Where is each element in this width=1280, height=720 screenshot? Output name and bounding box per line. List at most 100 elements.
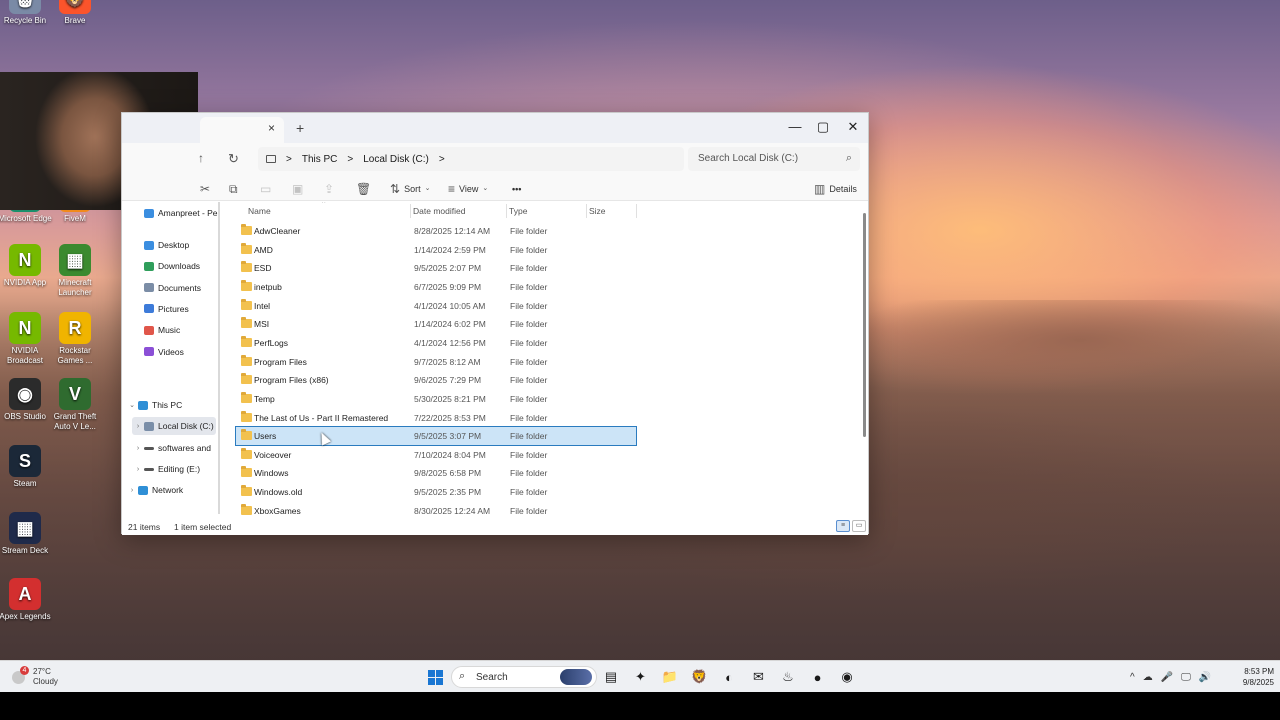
file-row[interactable]: Voiceover 7/10/2024 8:04 PM File folder — [236, 446, 636, 464]
column-header-date[interactable]: Date modified — [413, 206, 465, 216]
file-row[interactable]: PerfLogs 4/1/2024 12:56 PM File folder — [236, 334, 636, 352]
taskbar-app-icon[interactable]: ♨ — [777, 666, 799, 688]
start-button[interactable] — [424, 666, 446, 688]
taskbar-app-icon[interactable]: ◐ — [718, 666, 740, 688]
sidebar-item-user-folder[interactable]: Amanpreet - Pe — [144, 204, 218, 222]
minimize-button[interactable]: — — [780, 117, 810, 137]
desktop-icon[interactable]: R Rockstar Games ... — [47, 312, 103, 366]
desktop-icon[interactable]: S Steam — [0, 445, 53, 489]
taskbar-app-icon[interactable]: ◉ — [836, 666, 858, 688]
search-input[interactable]: Search Local Disk (C:) ⌕ — [688, 147, 860, 171]
column-header-size[interactable]: Size — [589, 206, 606, 216]
address-bar[interactable]: > This PC > Local Disk (C:) > — [258, 147, 684, 171]
taskbar-app-icon[interactable]: 🦁 — [689, 666, 711, 688]
sidebar-item-downloads[interactable]: Downloads📌 — [144, 257, 200, 275]
taskbar-search[interactable]: ⌕ Search — [451, 666, 597, 688]
sidebar-item-desktop[interactable]: Desktop📌 — [144, 236, 189, 254]
chevron-down-icon[interactable]: ⌄ — [126, 401, 138, 409]
sidebar-item-softwares-drive[interactable]: › softwares and — [132, 439, 211, 457]
file-row[interactable]: AMD 1/14/2024 2:59 PM File folder — [236, 241, 636, 259]
desktop-icon[interactable]: N NVIDIA App — [0, 244, 53, 288]
file-row[interactable]: ESD 9/5/2025 2:07 PM File folder — [236, 259, 636, 277]
refresh-icon[interactable]: ↻ — [228, 151, 239, 167]
paste-button[interactable]: ▭ — [260, 181, 271, 197]
column-divider[interactable] — [506, 204, 507, 218]
sidebar-scrollbar[interactable] — [218, 202, 220, 514]
column-header-type[interactable]: Type — [509, 206, 527, 216]
sidebar-item-local-disk[interactable]: › Local Disk (C:) — [132, 417, 216, 435]
rename-button[interactable]: ▣ — [292, 181, 303, 197]
column-divider[interactable] — [410, 204, 411, 218]
file-row[interactable]: Windows.old 9/5/2025 2:35 PM File folder — [236, 483, 636, 501]
weather-widget[interactable]: 4 27°C Cloudy — [12, 666, 72, 688]
tab-close-button[interactable]: × — [268, 121, 275, 135]
file-row[interactable]: Intel 4/1/2024 10:05 AM File folder — [236, 297, 636, 315]
taskbar-app-icon[interactable]: ✉ — [748, 666, 770, 688]
taskbar-app-icon[interactable]: ▤ — [600, 666, 622, 688]
file-row[interactable]: MSI 1/14/2024 6:02 PM File folder — [236, 315, 636, 333]
tray-icon[interactable]: 🔊 — [1199, 672, 1211, 683]
desktop-icon[interactable]: A Apex Legends — [0, 578, 53, 622]
file-row[interactable]: Program Files (x86) 9/6/2025 7:29 PM File … — [236, 371, 636, 389]
chevron-right-icon[interactable]: › — [132, 466, 144, 473]
more-options-button[interactable]: ••• — [512, 181, 521, 197]
sidebar-item-network[interactable]: › Network — [126, 481, 183, 499]
column-headers: Name ^ Date modified Type Size — [226, 202, 637, 220]
file-row[interactable]: Windows 9/8/2025 6:58 PM File folder — [236, 464, 636, 482]
taskbar-app-icon[interactable]: ✦ — [630, 666, 652, 688]
tray-icon[interactable]: ^ — [1130, 672, 1135, 683]
tray-icon[interactable]: ☁ — [1143, 672, 1153, 683]
breadcrumb-local-disk[interactable]: Local Disk (C:) — [363, 154, 429, 165]
desktop-icon[interactable]: ◉ OBS Studio — [0, 378, 53, 422]
sidebar-item-pictures[interactable]: Pictures📌 — [144, 300, 189, 318]
up-arrow-icon[interactable]: ↑ — [198, 151, 204, 165]
cut-button[interactable]: ✂ — [200, 181, 210, 197]
clock[interactable]: 8:53 PM 9/8/2025 — [1226, 666, 1274, 688]
file-row[interactable]: Users 9/5/2025 3:07 PM File folder — [235, 426, 637, 447]
breadcrumb-sep[interactable]: > — [439, 154, 445, 165]
details-button[interactable]: ▥ Details — [814, 181, 857, 197]
column-divider[interactable] — [586, 204, 587, 218]
file-row[interactable]: XboxGames 8/30/2025 12:24 AM File folder — [236, 502, 636, 516]
sidebar-item-videos[interactable]: Videos📌 — [144, 343, 184, 361]
new-tab-button[interactable]: + — [296, 120, 304, 136]
sidebar-item-editing-drive[interactable]: › Editing (E:) — [132, 460, 200, 478]
close-button[interactable]: ✕ — [838, 117, 868, 137]
taskbar-app-icon[interactable]: 📁 — [659, 666, 681, 688]
file-row[interactable]: inetpub 6/7/2025 9:09 PM File folder — [236, 278, 636, 296]
file-row[interactable]: AdwCleaner 8/28/2025 12:14 AM File folder — [236, 222, 636, 240]
tray-icon[interactable]: 🖵 — [1181, 672, 1191, 683]
maximize-button[interactable]: ▢ — [808, 117, 838, 137]
view-button[interactable]: ≡ View ⌄ — [448, 181, 488, 197]
folder-icon — [241, 354, 252, 366]
desktop-icon[interactable]: ▦ Minecraft Launcher — [47, 244, 103, 298]
file-row[interactable]: Program Files 9/7/2025 8:12 AM File folder — [236, 353, 636, 371]
column-divider[interactable] — [636, 204, 637, 218]
desktop-icon[interactable]: N NVIDIA Broadcast — [0, 312, 53, 366]
column-header-name[interactable]: Name — [248, 206, 271, 216]
desktop-icon[interactable]: 🗑 Recycle Bin — [0, 0, 53, 26]
desktop-icon[interactable]: ▦ Stream Deck — [0, 512, 53, 556]
sidebar-item-this-pc[interactable]: ⌄ This PC — [126, 396, 182, 414]
chevron-right-icon[interactable]: › — [132, 423, 144, 430]
desktop-icon-label: Stream Deck — [1, 546, 49, 555]
desktop-icon[interactable]: V Grand Theft Auto V Le... — [47, 378, 103, 432]
sidebar-item-music[interactable]: Music📌 — [144, 321, 180, 339]
breadcrumb-this-pc[interactable]: This PC — [302, 154, 338, 165]
delete-button[interactable]: 🗑 — [356, 181, 371, 197]
tiles-view-button[interactable]: ▭ — [852, 520, 866, 532]
sidebar-item-documents[interactable]: Documents📌 — [144, 279, 201, 297]
chevron-right-icon[interactable]: › — [132, 445, 144, 452]
desktop-icon[interactable]: 🦁 Brave — [47, 0, 103, 26]
file-row[interactable]: Temp 5/30/2025 8:21 PM File folder — [236, 390, 636, 408]
copy-button[interactable]: ⧉ — [229, 181, 238, 197]
file-row[interactable]: The Last of Us - Part II Remastered 7/22/… — [236, 409, 636, 427]
taskbar-app-icon[interactable]: ● — [807, 666, 829, 688]
details-view-button[interactable]: ≡ — [836, 520, 850, 532]
sort-button[interactable]: ⇅ Sort ⌄ — [390, 181, 430, 197]
content-scrollbar[interactable] — [863, 213, 866, 437]
tray-icon[interactable]: 🎤 — [1161, 672, 1173, 683]
share-button[interactable]: ⇪ — [324, 181, 334, 197]
chevron-right-icon[interactable]: › — [126, 487, 138, 494]
folder-icon — [241, 466, 252, 478]
